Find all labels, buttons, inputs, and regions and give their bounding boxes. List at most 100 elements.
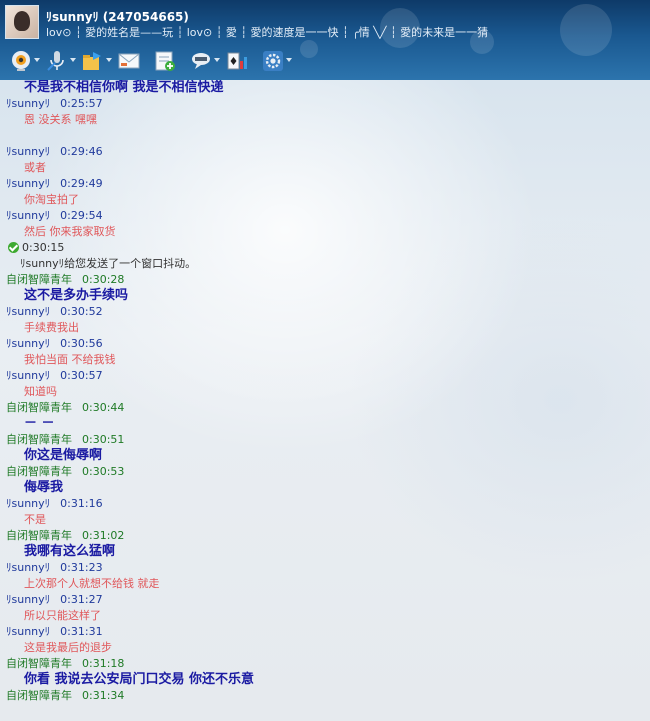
sender-name[interactable]: 自闭智障青年 <box>6 465 72 478</box>
message-text: 你淘宝拍了 <box>24 193 79 206</box>
contact-name[interactable]: ﾘsunnyﾘ (247054665) <box>46 8 189 25</box>
message-time: 0:31:31 <box>60 625 103 638</box>
sender-name[interactable]: ﾘsunnyﾘ <box>6 369 50 382</box>
message-text: 我怕当面 不给我钱 <box>24 353 116 366</box>
sender-name[interactable]: ﾘsunnyﾘ <box>6 593 50 606</box>
message-text: － － <box>24 416 55 431</box>
message-header: ﾘsunnyﾘ 0:31:31 <box>0 624 650 640</box>
message-text: 知道吗 <box>24 385 57 398</box>
message-time: 0:31:18 <box>82 657 125 670</box>
chevron-down-icon[interactable] <box>70 58 76 62</box>
sender-name[interactable]: 自闭智障青年 <box>6 529 72 542</box>
message-header: 自闭智障青年 0:30:44 <box>0 400 650 416</box>
sender-name[interactable]: 自闭智障青年 <box>6 273 72 286</box>
chat-history[interactable]: 不是我不相信你啊 我是不相信快递 ﾘsunnyﾘ 0:25:57 恩 没关系 嘿嘿 ﾘs… <box>0 80 650 721</box>
message-time: 0:31:27 <box>60 593 103 606</box>
message-list: 不是我不相信你啊 我是不相信快递 ﾘsunnyﾘ 0:25:57 恩 没关系 嘿嘿 ﾘs… <box>0 80 650 704</box>
message-text: 上次那个人就想不给钱 就走 <box>24 577 160 590</box>
message-text: 或者 <box>24 161 46 174</box>
message-time: 0:30:53 <box>82 465 125 478</box>
message-header: 自闭智障青年 0:30:28 <box>0 272 650 288</box>
sender-name[interactable]: ﾘsunnyﾘ <box>6 625 50 638</box>
message-header: ﾘsunnyﾘ 0:30:56 <box>0 336 650 352</box>
check-icon <box>8 242 19 253</box>
message-time: 0:30:44 <box>82 401 125 414</box>
sender-name[interactable]: ﾘsunnyﾘ <box>6 305 50 318</box>
chevron-down-icon[interactable] <box>214 58 220 62</box>
message-time: 0:30:52 <box>60 305 103 318</box>
message-header: ﾘsunnyﾘ 0:30:57 <box>0 368 650 384</box>
cards-game-button[interactable] <box>222 47 252 75</box>
sender-name[interactable]: 自闭智障青年 <box>6 433 72 446</box>
webcam-icon <box>12 51 30 71</box>
voice-button[interactable] <box>42 47 76 75</box>
email-button[interactable] <box>114 47 144 75</box>
sender-name[interactable]: ﾘsunnyﾘ <box>6 97 50 110</box>
message-header: ﾘsunnyﾘ 0:31:23 <box>0 560 650 576</box>
sender-name[interactable]: 自闭智障青年 <box>6 657 72 670</box>
contact-avatar[interactable] <box>5 5 39 39</box>
message-time: 0:29:46 <box>60 145 103 158</box>
webcam-button[interactable] <box>6 47 40 75</box>
message-time: 0:31:34 <box>82 689 125 702</box>
microphone-icon <box>47 51 64 71</box>
system-notice-header: 0:30:15 <box>0 240 650 256</box>
message-text: 你看 我说去公安局门口交易 你还不乐意 <box>24 672 255 687</box>
header-decoration <box>300 40 318 58</box>
message-header: 自闭智障青年 0:31:18 <box>0 656 650 672</box>
message-header: 自闭智障青年 0:30:51 <box>0 432 650 448</box>
chat-bubble-icon <box>192 53 210 69</box>
email-icon <box>118 53 140 69</box>
message-header: 自闭智障青年 0:30:53 <box>0 464 650 480</box>
message-text: 恩 没关系 嘿嘿 <box>24 113 97 126</box>
message-header: ﾘsunnyﾘ 0:25:57 <box>0 96 650 112</box>
sender-name[interactable]: ﾘsunnyﾘ <box>6 177 50 190</box>
message-header: ﾘsunnyﾘ 0:30:52 <box>0 304 650 320</box>
message-text: 然后 你来我家取货 <box>24 225 116 238</box>
message-text: 这不是多办手续吗 <box>24 288 129 303</box>
message-header: ﾘsunnyﾘ 0:29:54 <box>0 208 650 224</box>
message-text: 你这是侮辱啊 <box>24 448 103 463</box>
message-time: 0:25:57 <box>60 97 103 110</box>
chat-window-header: ﾘsunnyﾘ (247054665) lov⊙ ┆ 愛的姓名是——玩 ┆ lo… <box>0 0 650 80</box>
message-text: 所以只能这样了 <box>24 609 101 622</box>
chat-toolbar <box>6 46 292 76</box>
message-header: ﾘsunnyﾘ 0:29:46 <box>0 144 650 160</box>
message-time: 0:31:02 <box>82 529 125 542</box>
message-text: 手续费我出 <box>24 321 79 334</box>
message-time: 0:30:57 <box>60 369 103 382</box>
cards-game-icon <box>227 52 247 70</box>
chevron-down-icon[interactable] <box>34 58 40 62</box>
message-time: 0:31:16 <box>60 497 103 510</box>
message-time: 0:29:49 <box>60 177 103 190</box>
message-text: 不是我不相信你啊 我是不相信快递 <box>24 80 224 95</box>
message-header: 自闭智障青年 0:31:02 <box>0 528 650 544</box>
sender-name[interactable]: ﾘsunnyﾘ <box>6 209 50 222</box>
message-text: 不是 <box>24 513 46 526</box>
message-header: ﾘsunnyﾘ 0:31:27 <box>0 592 650 608</box>
message-time: 0:30:15 <box>22 241 65 254</box>
message-time: 0:31:23 <box>60 561 103 574</box>
send-file-icon <box>83 52 101 70</box>
system-notice-text: ﾘsunnyﾘ给您发送了一个窗口抖动。 <box>20 257 197 270</box>
message-time: 0:29:54 <box>60 209 103 222</box>
contact-signature: lov⊙ ┆ 愛的姓名是——玩 ┆ lov⊙ ┆ 愛 ┆ 愛的速度是一一快 ┆ … <box>46 26 489 39</box>
sender-name[interactable]: ﾘsunnyﾘ <box>6 145 50 158</box>
settings-icon <box>263 51 283 71</box>
sender-name[interactable]: ﾘsunnyﾘ <box>6 561 50 574</box>
sender-name[interactable]: 自闭智障青年 <box>6 401 72 414</box>
settings-button[interactable] <box>258 47 292 75</box>
sender-name[interactable]: ﾘsunnyﾘ <box>6 497 50 510</box>
chat-bubble-button[interactable] <box>186 47 220 75</box>
sender-name[interactable]: 自闭智障青年 <box>6 689 72 702</box>
message-time: 0:30:51 <box>82 433 125 446</box>
chevron-down-icon[interactable] <box>106 58 112 62</box>
chevron-down-icon[interactable] <box>286 58 292 62</box>
message-text: 我哪有这么猛啊 <box>24 544 116 559</box>
sender-name[interactable]: ﾘsunnyﾘ <box>6 337 50 350</box>
message-header: ﾘsunnyﾘ 0:31:16 <box>0 496 650 512</box>
add-app-icon <box>155 51 175 71</box>
send-file-button[interactable] <box>78 47 112 75</box>
add-app-button[interactable] <box>150 47 180 75</box>
